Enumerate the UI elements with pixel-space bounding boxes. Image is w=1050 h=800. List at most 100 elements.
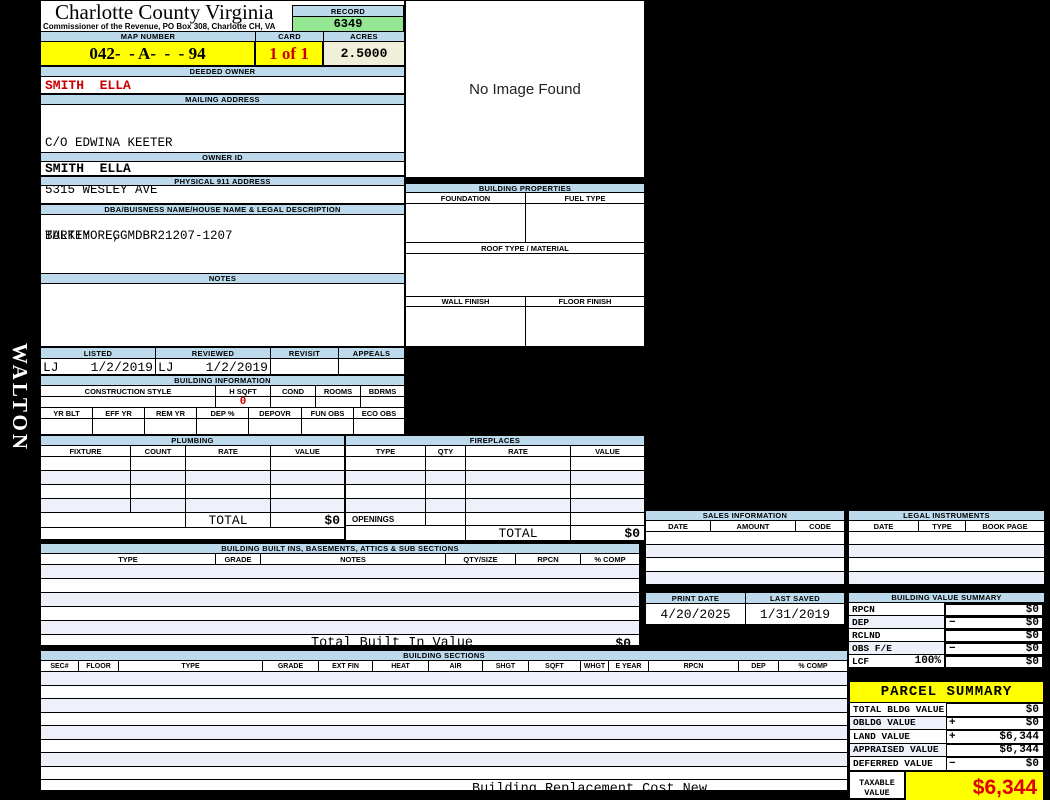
ps-row-deferred: DEFERRED VALUE − $0 xyxy=(850,757,1043,771)
ps-op xyxy=(947,743,961,757)
ps-value: $0 xyxy=(961,716,1043,730)
bs-col-dep: DEP xyxy=(739,661,779,671)
vs-row-lcf: LCF 100% $0 xyxy=(849,655,1044,668)
plumbing-panel: PLUMBING FIXTURE COUNT RATE VALUE TOTAL … xyxy=(40,435,345,540)
listed-value: LJ 1/2/2019 xyxy=(41,359,156,375)
acres-label: ACRES xyxy=(324,31,404,42)
vs-label: RCLND xyxy=(852,629,881,641)
bs-col-whgt: WHGT xyxy=(581,661,609,671)
legal-instruments-panel: LEGAL INSTRUMENTS DATE TYPE BOOK PAGE xyxy=(848,510,1045,584)
ecoobs-label: ECO OBS xyxy=(354,408,404,418)
print-save-panel: PRINT DATE LAST SAVED 4/20/2025 1/31/201… xyxy=(645,592,845,625)
record-box: RECORD 6349 xyxy=(292,5,404,32)
bs-col-sec: SEC# xyxy=(41,661,79,671)
roof-type-label: ROOF TYPE / MATERIAL xyxy=(406,243,644,254)
dep-pct-label: DEP % xyxy=(197,408,249,418)
vs-label: DEP xyxy=(852,616,870,628)
cond-value xyxy=(271,397,316,407)
yrblt-value xyxy=(41,419,93,434)
fireplaces-col-rate: RATE xyxy=(466,446,571,456)
built-ins-col-type: TYPE xyxy=(41,554,216,564)
watermark-text: WALTON xyxy=(8,343,32,453)
mailing-address-label: MAILING ADDRESS xyxy=(41,94,404,105)
reviewed-value: LJ 1/2/2019 xyxy=(156,359,271,375)
ps-op: + xyxy=(947,716,961,730)
reviewed-by: LJ xyxy=(158,359,174,375)
fuel-type-value xyxy=(526,204,644,242)
print-date-value: 4/20/2025 xyxy=(646,604,746,624)
no-image-text: No Image Found xyxy=(469,80,581,98)
appeals-label: APPEALS xyxy=(339,348,404,359)
bs-col-comp: % COMP xyxy=(779,661,847,671)
roof-type-value xyxy=(406,254,644,297)
built-ins-col-comp: % COMP xyxy=(581,554,639,564)
foundation-value xyxy=(406,204,526,242)
map-number-label: MAP NUMBER xyxy=(41,31,256,42)
plumbing-total-label: TOTAL xyxy=(186,513,271,528)
vs-value: $0 xyxy=(1025,656,1039,668)
mailing-address-block: C/O EDWINA KEETER 5315 WESLEY AVE BALTIM… xyxy=(41,105,404,243)
vs-op: − xyxy=(949,617,956,629)
last-saved-label: LAST SAVED xyxy=(746,593,844,604)
wall-finish-value xyxy=(406,307,526,346)
bs-col-sqft: SQFT xyxy=(529,661,581,671)
openings-label: OPENINGS xyxy=(346,513,426,525)
wall-finish-label: WALL FINISH xyxy=(406,297,526,306)
rooms-label: ROOMS xyxy=(316,386,361,396)
funobs-value xyxy=(302,419,354,434)
mailing-line: C/O EDWINA KEETER xyxy=(45,136,173,150)
dba-value: TURKEY EGG BR xyxy=(45,229,158,243)
sales-col-amount: AMOUNT xyxy=(711,521,796,531)
property-record-card: WALTON Charlotte County Virginia Commiss… xyxy=(0,0,1050,800)
built-ins-col-rpcn: RPCN xyxy=(516,554,581,564)
legal-col-type: TYPE xyxy=(919,521,966,531)
ps-label: LAND VALUE xyxy=(850,730,947,744)
building-properties-panel: BUILDING PROPERTIES FOUNDATION FUEL TYPE… xyxy=(405,182,645,347)
rooms-value xyxy=(316,397,361,407)
map-number-value: 042- - A- - - 94 xyxy=(41,42,256,65)
built-ins-col-notes: NOTES xyxy=(261,554,446,564)
legal-title: LEGAL INSTRUMENTS xyxy=(849,511,1044,521)
fireplaces-total-value: $0 xyxy=(624,526,640,541)
revisit-label: REVISIT xyxy=(271,348,339,359)
sales-col-code: CODE xyxy=(796,521,844,531)
fuel-type-label: FUEL TYPE xyxy=(526,193,644,203)
appeals-value xyxy=(339,359,404,375)
notes-label: NOTES xyxy=(41,273,404,284)
cond-label: COND xyxy=(271,386,316,396)
vs-value: $0 xyxy=(1025,604,1039,616)
ps-row-obldg: OBLDG VALUE + $0 xyxy=(850,716,1043,730)
plumbing-total-value: $0 xyxy=(324,512,340,528)
owner-id-value: SMITH ELLA xyxy=(41,161,404,176)
ps-label: TOTAL BLDG VALUE xyxy=(850,703,947,717)
plumbing-col-count: COUNT xyxy=(131,446,186,456)
physical-address-label: PHYSICAL 911 ADDRESS xyxy=(41,176,404,186)
legal-col-date: DATE xyxy=(849,521,919,531)
bs-col-heat: HEAT xyxy=(373,661,429,671)
plumbing-col-value: VALUE xyxy=(271,446,344,456)
yrblt-label: YR BLT xyxy=(41,408,93,418)
bs-col-extfin: EXT FIN xyxy=(319,661,373,671)
bs-col-rpcn: RPCN xyxy=(649,661,739,671)
ps-value: $6,344 xyxy=(961,730,1043,744)
building-replacement-label: Building Replacement Cost New xyxy=(472,781,707,797)
reviewed-label: REVIEWED xyxy=(156,348,271,359)
vs-op: − xyxy=(949,643,956,655)
fireplaces-openings-row: OPENINGS xyxy=(346,513,644,526)
hsqft-label: H SQFT xyxy=(216,386,271,396)
depovr-value xyxy=(249,419,302,434)
ps-label: DEFERRED VALUE xyxy=(850,757,947,771)
remyr-value xyxy=(145,419,197,434)
bs-col-type: TYPE xyxy=(119,661,263,671)
built-ins-panel: BUILDING BUILT INS, BASEMENTS, ATTICS & … xyxy=(40,543,640,651)
fireplaces-title: FIREPLACES xyxy=(346,436,644,446)
acres-value: 2.5000 xyxy=(324,42,404,65)
openings-value xyxy=(426,513,466,525)
bdrms-value xyxy=(361,397,404,407)
ps-row-appraised: APPRAISED VALUE $6,344 xyxy=(850,743,1043,757)
built-ins-title: BUILDING BUILT INS, BASEMENTS, ATTICS & … xyxy=(41,544,639,554)
ecoobs-value xyxy=(354,419,404,434)
hsqft-value: 0 xyxy=(216,396,271,408)
bs-col-air: AIR xyxy=(429,661,483,671)
listed-by: LJ xyxy=(43,359,59,375)
